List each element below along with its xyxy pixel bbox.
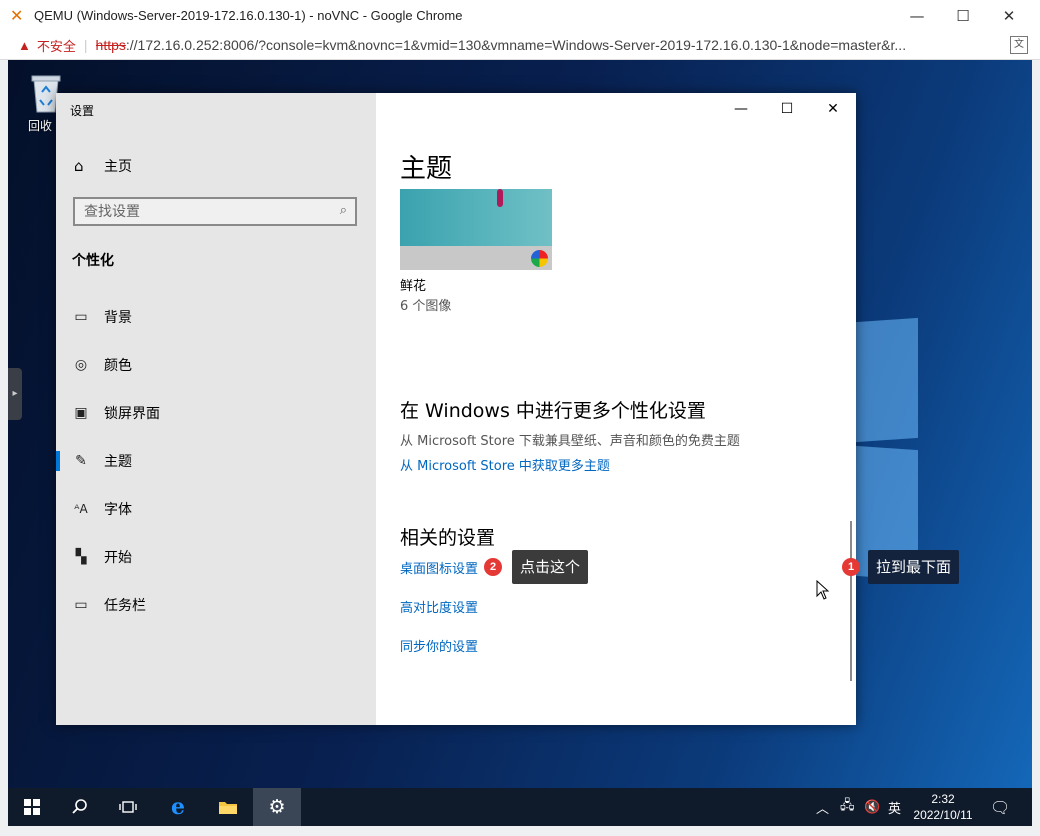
notification-icon[interactable]: 🗨 [990,788,1010,826]
step-badge-2: 2 [484,558,502,576]
close-button[interactable]: ✕ [810,93,856,125]
flower-image [497,189,503,207]
search-icon [72,799,87,814]
search-taskbar-button[interactable] [56,788,104,826]
browser-title-bar: ✕ QEMU (Windows-Server-2019-172.16.0.130… [0,0,1040,31]
sidebar-item-label: 字体 [104,502,132,518]
theme-name: 鲜花 [400,279,427,294]
novnc-panel-handle[interactable]: ▸ [8,368,22,420]
clock-time: 2:32 [931,792,955,806]
browser-maximize-button[interactable]: ☐ [940,0,986,31]
home-nav-item[interactable]: ⌂ 主页 [74,156,132,176]
palette-icon: ◎ [74,357,88,373]
clock-date: 2022/10/11 [913,808,973,822]
lock-screen-icon: ▣ [74,405,88,421]
settings-content[interactable]: — ☐ ✕ 主题 鲜花 6 个图像 在 Windows 中进行更多个性化设置 从… [376,93,856,725]
security-label[interactable]: 不安全 [37,36,76,55]
annotation-tip-1: 拉到最下面 [868,550,960,584]
left-page-strip [0,60,8,836]
sidebar-section-heading: 个性化 [72,253,114,269]
browser-close-button[interactable]: ✕ [986,0,1032,31]
start-icon: ▚ [75,549,87,565]
translate-icon[interactable]: 文 [1010,36,1028,54]
related-settings-heading: 相关的设置 [400,527,496,549]
sidebar-item-themes[interactable]: ✎ 主题 [56,441,376,481]
right-page-strip [1032,60,1040,836]
windows-logo-icon [24,799,40,815]
sync-settings-link[interactable]: 同步你的设置 [400,636,478,655]
task-view-icon [119,801,137,813]
settings-sidebar: 设置 ⌂ 主页 ⌕ 个性化 ▭ 背景 ◎ 颜色 ▣ 锁屏界面 ✎ 主题 ᴬA 字… [56,93,376,725]
thumbnail-taskbar-strip [400,246,552,270]
sidebar-item-label: 锁屏界面 [104,406,160,422]
tray-chevron-icon[interactable]: ︿ [816,788,829,826]
settings-taskbar-button[interactable]: ⚙ [253,788,301,826]
recycle-bin-label[interactable]: 回收 [28,117,52,134]
store-themes-link[interactable]: 从 Microsoft Store 中获取更多主题 [400,455,610,474]
sidebar-item-taskbar[interactable]: ▭ 任务栏 [56,585,376,625]
minimize-button[interactable]: — [718,93,764,125]
sidebar-item-colors[interactable]: ◎ 颜色 [56,345,376,385]
content-scrollbar[interactable] [850,521,852,681]
url-scheme: https [95,37,126,53]
high-contrast-settings-link[interactable]: 高对比度设置 [400,597,478,616]
desktop-icon-settings-link[interactable]: 桌面图标设置 [400,558,478,577]
image-icon: ▭ [74,309,88,325]
mouse-cursor-icon [816,580,830,600]
color-wheel-icon [531,250,548,267]
sidebar-item-label: 颜色 [104,358,132,374]
sidebar-item-fonts[interactable]: ᴬA 字体 [56,489,376,529]
sidebar-item-label: 背景 [104,310,132,326]
settings-window: 设置 ⌂ 主页 ⌕ 个性化 ▭ 背景 ◎ 颜色 ▣ 锁屏界面 ✎ 主题 ᴬA 字… [56,93,856,725]
taskbar-icon: ▭ [74,597,88,613]
home-label: 主页 [104,159,132,175]
network-icon[interactable]: 🖧 [840,788,855,826]
theme-icon: ✎ [75,453,87,469]
settings-app-title: 设置 [70,104,95,118]
internet-explorer-icon[interactable]: e [154,788,202,826]
browser-minimize-button[interactable]: — [894,0,940,31]
sidebar-item-lock-screen[interactable]: ▣ 锁屏界面 [56,393,376,433]
annotation-tip-2: 点击这个 [512,550,589,584]
sidebar-item-label: 开始 [104,550,132,566]
font-icon: ᴬA [74,502,88,516]
theme-image-count: 6 个图像 [400,299,452,314]
folder-icon [219,802,237,814]
taskbar: e ⚙ ︿ 🖧 🔇 英 2:32 2022/10/11 🗨 [8,788,1032,826]
windows-logo-pane [856,317,918,443]
address-separator: | [83,37,88,53]
file-explorer-button[interactable] [204,788,252,826]
page-title: 主题 [400,154,453,184]
task-view-button[interactable] [104,788,152,826]
volume-muted-icon[interactable]: 🔇 [864,788,880,826]
more-personalization-desc: 从 Microsoft Store 下载兼具壁纸、声音和颜色的免费主题 [400,434,740,449]
search-icon[interactable]: ⌕ [340,203,347,218]
ime-indicator[interactable]: 英 [888,788,901,826]
gear-icon: ⚙ [268,796,286,818]
settings-search-input[interactable] [75,199,324,224]
url-rest: ://172.16.0.252:8006/?console=kvm&novnc=… [125,37,907,53]
theme-thumbnail[interactable] [400,189,552,270]
home-icon: ⌂ [74,157,84,175]
sidebar-item-start[interactable]: ▚ 开始 [56,537,376,577]
maximize-button[interactable]: ☐ [764,93,810,125]
bottom-page-strip [0,826,1040,836]
address-bar[interactable]: ▲ 不安全 | https://172.16.0.252:8006/?conso… [0,31,1040,60]
step-badge-1: 1 [842,558,860,576]
sidebar-item-label: 主题 [104,454,132,470]
warning-icon[interactable]: ▲ [18,38,31,53]
sidebar-item-background[interactable]: ▭ 背景 [56,297,376,337]
browser-window-title: QEMU (Windows-Server-2019-172.16.0.130-1… [34,8,463,23]
sidebar-item-label: 任务栏 [104,598,146,614]
proxmox-logo-icon: ✕ [10,5,24,25]
url-text[interactable]: https://172.16.0.252:8006/?console=kvm&n… [96,37,976,53]
more-personalization-heading: 在 Windows 中进行更多个性化设置 [400,400,706,422]
start-button[interactable] [8,788,56,826]
clock[interactable]: 2:32 2022/10/11 [908,791,978,823]
settings-search-box[interactable]: ⌕ [73,197,357,226]
